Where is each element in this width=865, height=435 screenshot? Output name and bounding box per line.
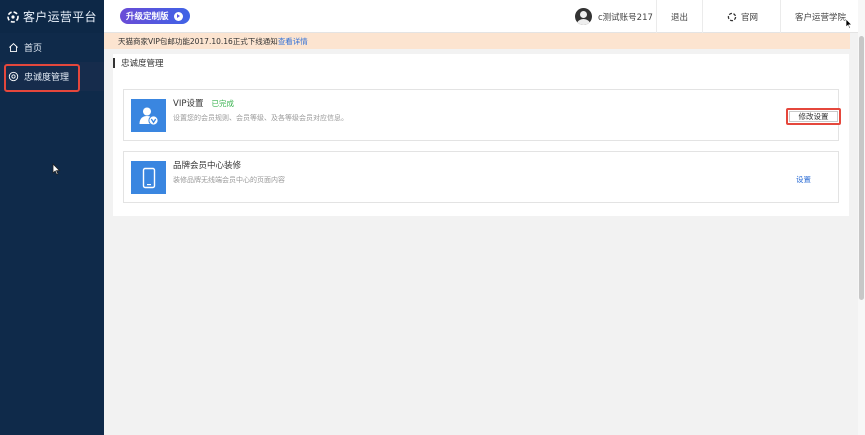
official-label: 官网 bbox=[741, 12, 759, 23]
modify-settings-label: 修改设置 bbox=[798, 112, 829, 121]
scrollbar-thumb[interactable] bbox=[859, 36, 864, 300]
settings-link[interactable]: 设置 bbox=[796, 174, 811, 185]
academy-label: 客户运营学院 bbox=[795, 12, 847, 23]
vip-user-icon bbox=[131, 99, 166, 132]
divider bbox=[656, 0, 657, 33]
page-title-text: 忠诚度管理 bbox=[121, 59, 164, 69]
notice-banner: 天猫商家VIP包邮功能2017.10.16正式下线通知 查看详情 bbox=[104, 33, 850, 49]
arrow-right-icon bbox=[173, 11, 183, 21]
logout-label: 退出 bbox=[671, 12, 689, 23]
sidebar-item-label: 首页 bbox=[24, 44, 43, 54]
account-name: c测试账号217 bbox=[598, 12, 653, 23]
brand-logo[interactable]: 客户运营平台 bbox=[0, 0, 104, 33]
card-title: 品牌会员中心装修 bbox=[173, 161, 242, 171]
mouse-cursor-icon bbox=[52, 163, 61, 176]
card-description: 设置您的会员规则、会员等级、及各等级会员对应信息。 bbox=[173, 114, 348, 122]
official-site-link[interactable]: 官网 bbox=[727, 0, 758, 33]
upgrade-label: 升级定制版 bbox=[126, 12, 169, 22]
status-badge: 已完成 bbox=[211, 99, 234, 108]
logout-link[interactable]: 退出 bbox=[671, 0, 688, 33]
card-title: VIP设置 已完成 bbox=[173, 97, 234, 109]
official-site-icon bbox=[727, 12, 737, 21]
member-center-card: 品牌会员中心装修 装修品牌无线端会员中心的页面内容 设置 bbox=[123, 151, 839, 203]
vip-settings-card: VIP设置 已完成 设置您的会员规则、会员等级、及各等级会员对应信息。 修改设置 bbox=[123, 89, 841, 141]
avatar bbox=[575, 8, 592, 25]
account-menu[interactable]: c测试账号217 bbox=[575, 0, 653, 33]
upgrade-button[interactable]: 升级定制版 bbox=[120, 8, 190, 24]
top-bar: 升级定制版 c测试账号217 退出 官网 客户运营学院 bbox=[104, 0, 865, 33]
card-description: 装修品牌无线端会员中心的页面内容 bbox=[173, 176, 285, 184]
academy-link[interactable]: 客户运营学院 bbox=[795, 0, 846, 33]
notice-details-link[interactable]: 查看详情 bbox=[278, 36, 308, 47]
mobile-phone-icon bbox=[131, 161, 166, 194]
loyalty-icon bbox=[8, 71, 19, 82]
notice-text: 天猫商家VIP包邮功能2017.10.16正式下线通知 bbox=[118, 36, 278, 46]
page-title: 忠诚度管理 bbox=[113, 57, 164, 69]
sidebar: 客户运营平台 首页 忠诚度管理 bbox=[0, 0, 104, 435]
brand-name: 客户运营平台 bbox=[23, 10, 97, 24]
sidebar-item-label: 忠诚度管理 bbox=[24, 73, 70, 83]
mouse-cursor-icon bbox=[845, 18, 853, 30]
home-icon bbox=[9, 43, 18, 52]
logo-icon bbox=[7, 10, 19, 23]
modify-settings-button[interactable]: 修改设置 bbox=[786, 108, 841, 125]
sidebar-item-home[interactable]: 首页 bbox=[0, 33, 104, 62]
sidebar-item-loyalty[interactable]: 忠诚度管理 bbox=[0, 62, 104, 92]
vip-settings-title: VIP设置 bbox=[173, 99, 204, 109]
divider bbox=[780, 0, 781, 33]
main-panel: 忠诚度管理 VIP设置 已完成 设置您的会员规则、会员等级、及各等级会员对应信息。… bbox=[113, 54, 849, 216]
divider bbox=[702, 0, 703, 33]
